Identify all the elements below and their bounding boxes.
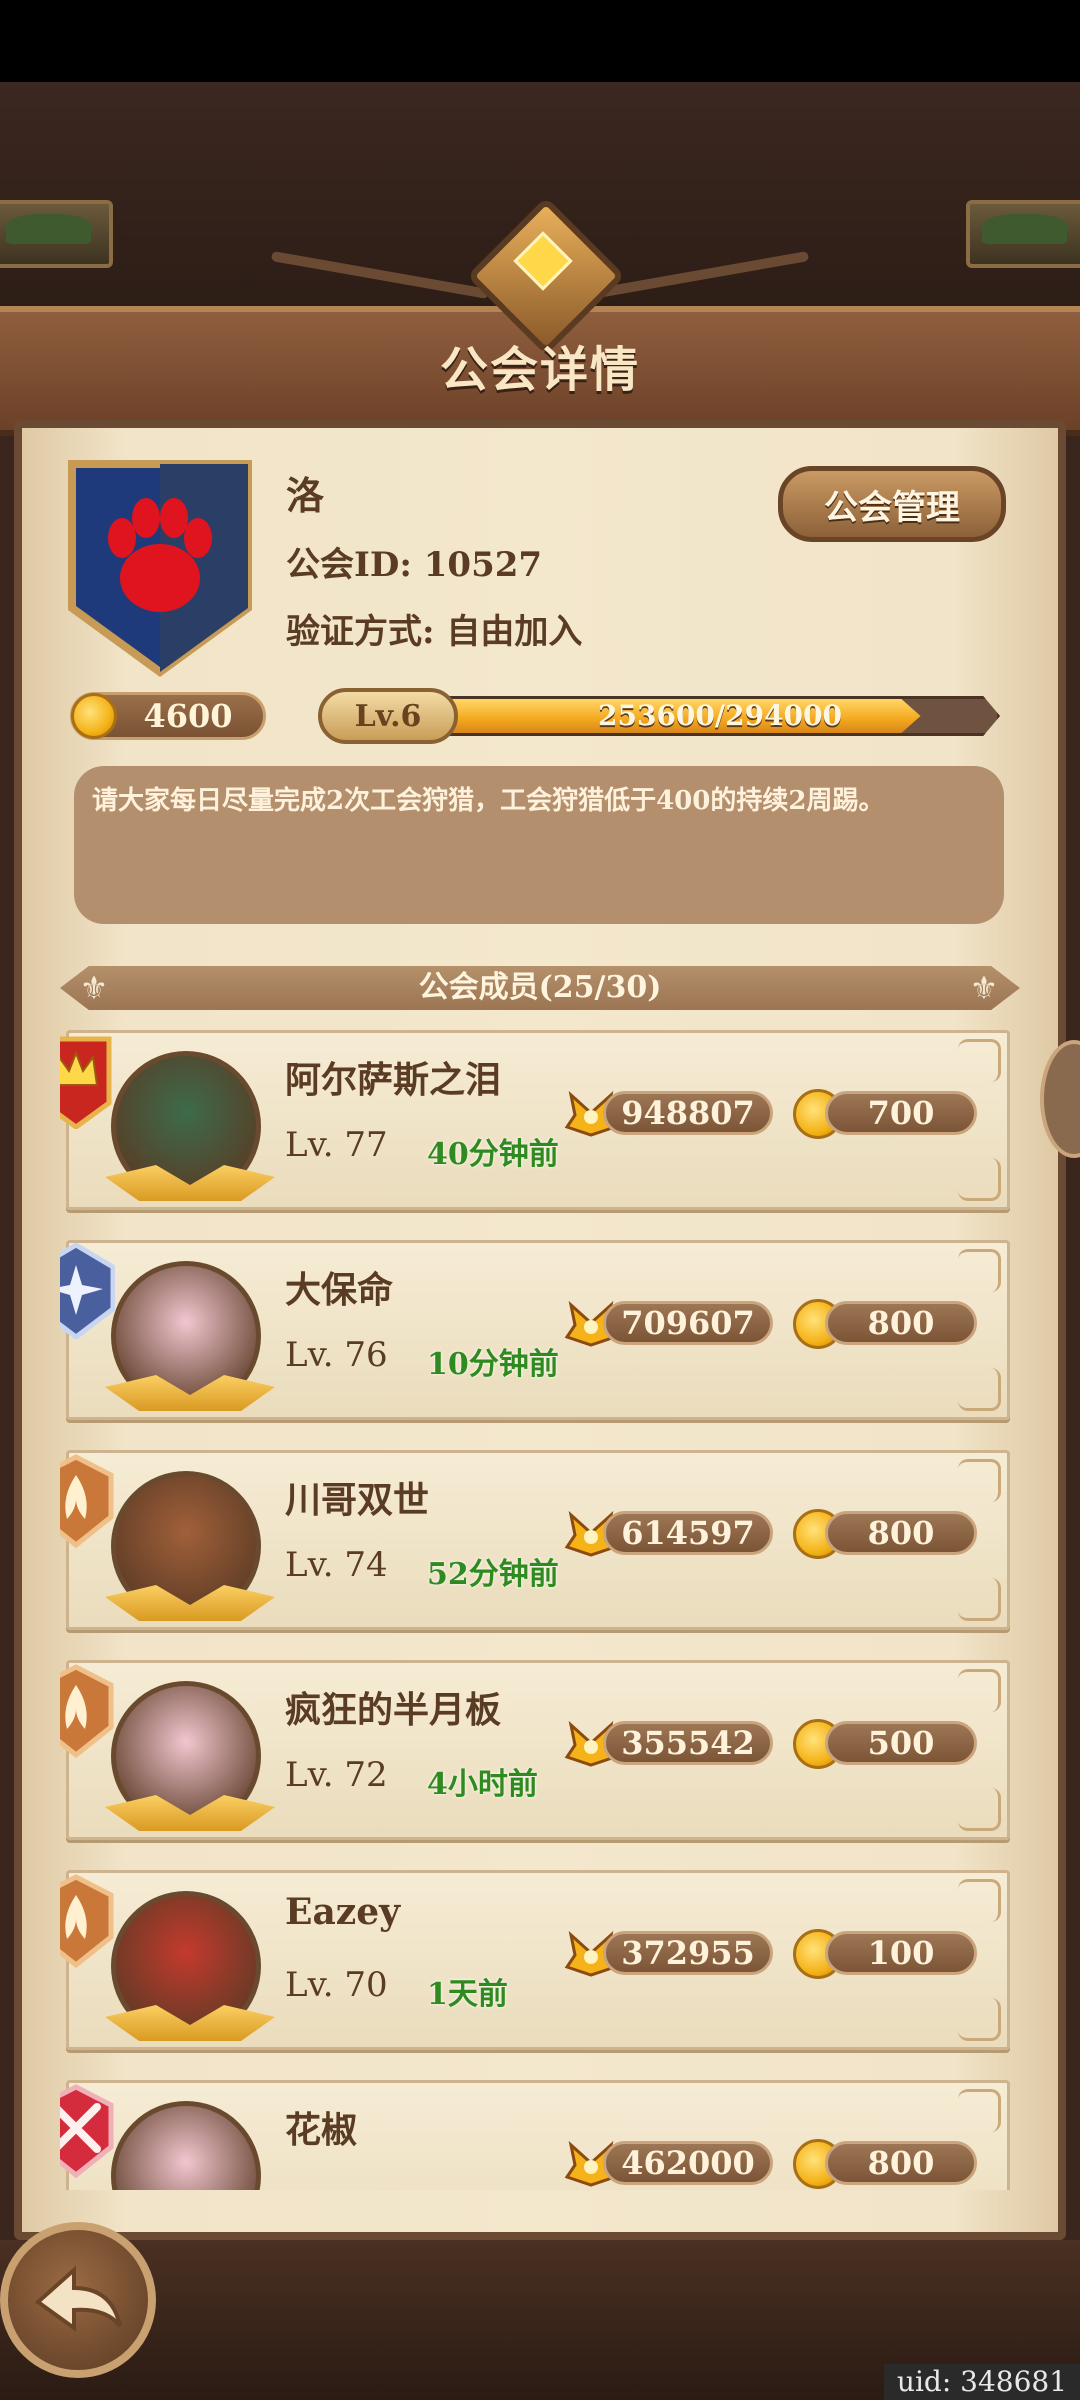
guild-verify-method: 验证方式: 自由加入: [286, 612, 583, 652]
star-badge-icon: [60, 1243, 115, 1339]
member-power: 355542: [603, 1721, 773, 1765]
member-name: Eazey: [285, 1891, 401, 1933]
member-power: 372955: [603, 1931, 773, 1975]
member-contribution: 800: [825, 1301, 977, 1345]
left-pillar: [0, 200, 113, 268]
member-contribution: 500: [825, 1721, 977, 1765]
crown-badge-icon: [60, 1036, 112, 1129]
member-level: Lv. 70: [285, 1965, 388, 2005]
coin-icon: [71, 693, 117, 739]
row-corner-ornament: [958, 1459, 1001, 1502]
swords-badge-icon: [60, 2084, 114, 2179]
member-avatar[interactable]: [111, 2101, 261, 2190]
member-name: 花椒: [285, 2109, 358, 2151]
member-name: 大保命: [285, 1269, 394, 1311]
guild-id: 公会ID: 10527: [286, 545, 543, 585]
member-name: 阿尔萨斯之泪: [285, 1059, 502, 1101]
guild-funds-value: 4600: [143, 697, 233, 735]
member-contribution: 800: [825, 2141, 977, 2185]
member-row[interactable]: 大保命 Lv. 76 10分钟前 709607 800: [60, 1240, 1010, 1420]
member-name: 疯狂的半月板: [285, 1689, 502, 1731]
member-last-online: 4小时前: [427, 1767, 538, 1802]
guild-name: 洛: [286, 473, 325, 518]
member-list[interactable]: 阿尔萨斯之泪 Lv. 77 40分钟前 948807 700 大保命 Lv. 7…: [60, 1030, 1020, 2190]
member-row[interactable]: Eazey Lv. 70 1天前 372955 100: [60, 1870, 1010, 2050]
member-contribution: 800: [825, 1511, 977, 1555]
right-pillar: [966, 200, 1080, 268]
row-corner-ornament: [958, 1788, 1001, 1831]
guild-manage-button[interactable]: 公会管理: [778, 466, 1006, 542]
status-bar: [0, 0, 1080, 82]
row-corner-ornament: [958, 1578, 1001, 1621]
row-corner-ornament: [958, 1158, 1001, 1201]
row-corner-ornament: [958, 1669, 1001, 1712]
guild-shield-icon: [68, 460, 252, 677]
member-row[interactable]: 川哥双世 Lv. 74 52分钟前 614597 800: [60, 1450, 1010, 1630]
member-row[interactable]: 疯狂的半月板 Lv. 72 4小时前 355542 500: [60, 1660, 1010, 1840]
page-title: 公会详情: [439, 342, 640, 398]
members-header: 公会成员(25/30): [418, 970, 662, 1005]
member-power: 709607: [603, 1301, 773, 1345]
row-corner-ornament: [958, 1998, 1001, 2041]
member-level: Lv. 72: [285, 1755, 388, 1795]
guild-funds: 4600: [70, 692, 266, 740]
row-corner-ornament: [958, 1368, 1001, 1411]
guild-notice-text: 请大家每日尽量完成2次工会狩猎，工会狩猎低于400的持续2周踢。: [92, 786, 885, 816]
member-level: Lv. 74: [285, 1545, 388, 1585]
flame-badge-icon: [60, 1454, 114, 1549]
member-power: 948807: [603, 1091, 773, 1135]
member-last-online: 40分钟前: [427, 1137, 559, 1172]
row-corner-ornament: [958, 2089, 1001, 2132]
back-arrow-icon: [34, 2265, 122, 2332]
guild-level-badge: Lv.6: [318, 688, 458, 744]
flame-badge-icon: [60, 1874, 114, 1969]
member-contribution: 100: [825, 1931, 977, 1975]
member-row[interactable]: 花椒 462000 800: [60, 2080, 1010, 2190]
member-row[interactable]: 阿尔萨斯之泪 Lv. 77 40分钟前 948807 700: [60, 1030, 1010, 1210]
member-last-online: 1天前: [427, 1977, 508, 2012]
row-corner-ornament: [958, 1249, 1001, 1292]
member-last-online: 52分钟前: [427, 1557, 559, 1592]
member-last-online: 10分钟前: [427, 1347, 559, 1382]
member-power: 614597: [603, 1511, 773, 1555]
member-name: 川哥双世: [285, 1479, 430, 1521]
member-contribution: 700: [825, 1091, 977, 1135]
flame-badge-icon: [60, 1664, 114, 1759]
row-corner-ornament: [958, 1879, 1001, 1922]
uid-label: uid: 348681: [884, 2364, 1080, 2400]
member-level: Lv. 77: [285, 1125, 388, 1165]
row-corner-ornament: [958, 1039, 1001, 1082]
back-button[interactable]: [0, 2222, 156, 2378]
guild-xp-text: 253600/294000: [597, 699, 842, 732]
member-power: 462000: [603, 2141, 773, 2185]
member-level: Lv. 76: [285, 1335, 388, 1375]
